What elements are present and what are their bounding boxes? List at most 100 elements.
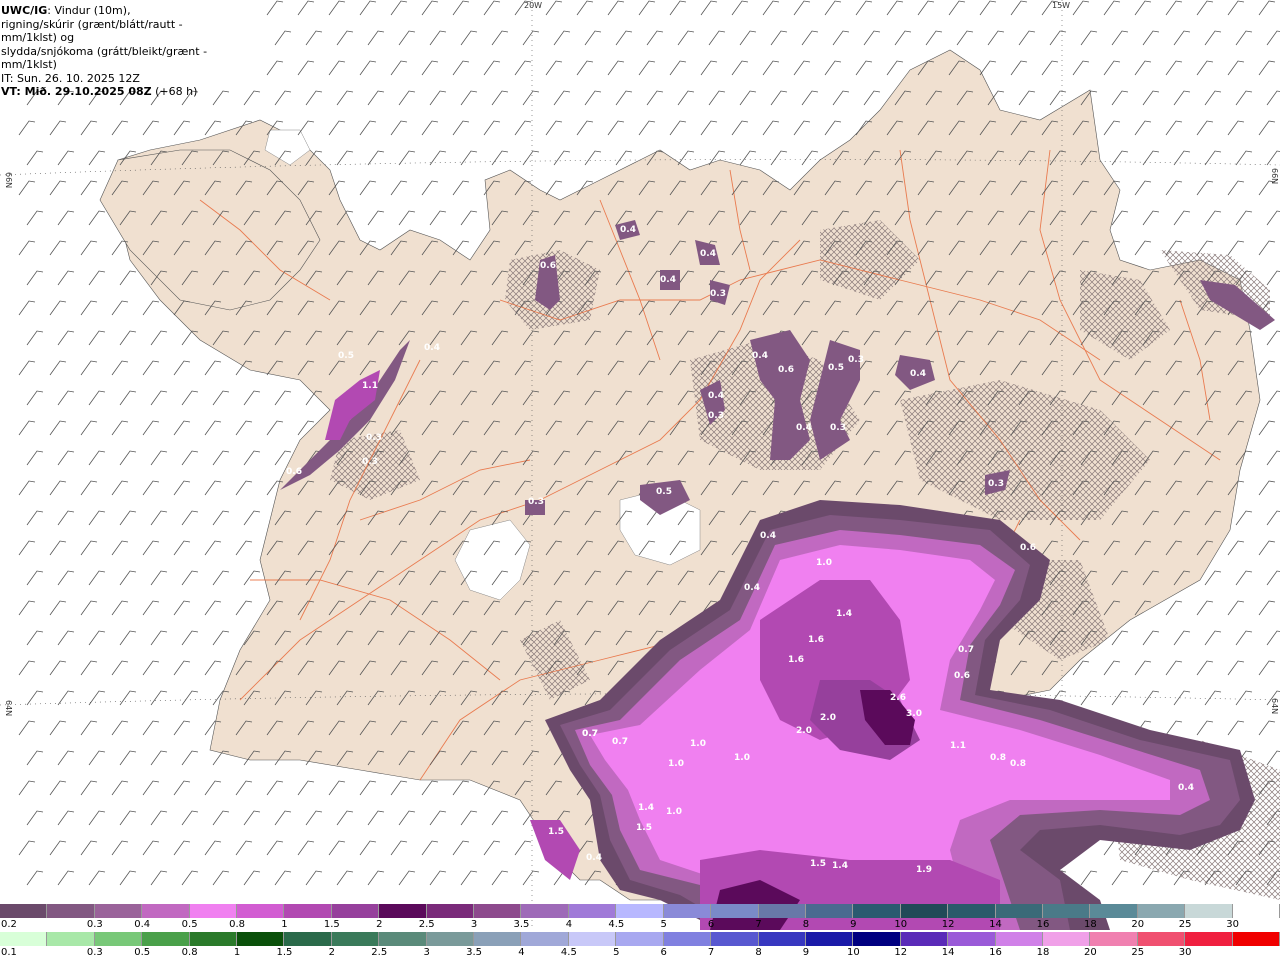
precip-value-label: 0.4 (744, 583, 760, 593)
legend-swatch (284, 904, 332, 918)
legend-tick-label: 2.5 (418, 919, 435, 930)
legend-tick-label: 2 (328, 947, 336, 958)
weather-map[interactable]: 20W 15W 66N 66N 64N 64N 0.40.60.40.30.40… (0, 0, 1280, 930)
legend-tick-label: 3.5 (466, 947, 483, 958)
legend-swatch (568, 932, 617, 946)
legend-snow-ticks: 0.2 0.3 0.4 0.5 0.8 1 1.5 2 2.5 3 3.5 4 4.5 5 6 7 8 9 10 12… (0, 919, 1280, 931)
header-line1: : Vindur (10m), (47, 4, 131, 17)
precip-value-label: 0.6 (286, 467, 302, 477)
precip-value-label: 1.6 (788, 655, 804, 665)
precip-value-label: 0.3 (848, 355, 864, 365)
legend-swatch (379, 904, 427, 918)
legend-swatch (900, 932, 949, 946)
precip-value-label: 0.3 (830, 423, 846, 433)
precip-value-label: 0.6 (954, 671, 970, 681)
legend-swatch (711, 932, 759, 946)
legend-tick-label: 1 (233, 947, 241, 958)
legend-tick-label: 5 (613, 947, 620, 958)
legend-tick-label: 5 (660, 919, 667, 930)
precip-value-label: 0.4 (752, 351, 768, 361)
precip-value-label: 0.3 (528, 497, 544, 507)
legend-swatch (521, 904, 569, 918)
legend-swatch (284, 932, 332, 946)
legend-swatch (663, 904, 712, 918)
legend-tick-label: 25 (1131, 947, 1145, 958)
precip-value-label: 0.4 (424, 343, 440, 353)
legend-tick-label: 0.3 (86, 919, 103, 930)
legend-tick-label: 0.5 (181, 919, 198, 930)
legend-swatch (474, 932, 522, 946)
map-info-box: UWC/IG: Vindur (10m), rigning/skúrir (gr… (0, 0, 240, 98)
precip-value-label: 0.3 (366, 433, 382, 443)
legend-tick-label: 7 (755, 919, 762, 930)
precip-value-label: 0.6 (1020, 543, 1036, 553)
legend-tick-label: 3.5 (513, 919, 530, 930)
legend-swatch (237, 932, 285, 946)
precip-value-label: 0.4 (760, 531, 776, 541)
init-time: IT: Sun. 26. 10. 2025 12Z (1, 71, 140, 85)
legend-tick-label: 4 (518, 947, 525, 958)
legend-tick-label: 4 (565, 919, 573, 930)
precip-value-label: 1.5 (636, 823, 652, 833)
legend-tick-label: 9 (802, 947, 810, 958)
legend-swatch (47, 932, 95, 946)
model-code: UWC/IG (1, 4, 48, 17)
legend-swatch (474, 904, 522, 918)
legend-tick-label: 6 (707, 919, 715, 930)
legend-tick-label: 1.5 (323, 919, 340, 930)
legend-swatch (853, 932, 901, 946)
precip-value-label: 0.4 (1178, 783, 1194, 793)
legend-tick-label: 18 (1083, 919, 1097, 930)
valid-time: VT: Mið. 29.10.2025 08Z (1, 85, 152, 98)
legend-tick-label: 2.5 (371, 947, 388, 958)
lon-label-20w: 20W (524, 1, 542, 10)
legend-swatch (805, 904, 854, 918)
legend-swatch (1185, 932, 1233, 946)
legend-tick-label: 3 (470, 919, 478, 930)
precip-value-label: 0.6 (778, 365, 794, 375)
legend-tick-label: 14 (989, 919, 1002, 930)
precip-value-label: 1.9 (916, 865, 932, 875)
legend-swatch (237, 904, 285, 918)
precip-value-label: 2.6 (890, 693, 906, 703)
legend-swatch (1232, 932, 1280, 946)
precip-value-label: 1.0 (734, 753, 750, 763)
legend-swatch (853, 904, 901, 918)
legend-swatch (805, 932, 854, 946)
legend-swatch (1137, 932, 1186, 946)
legend-tick-label: 3 (423, 947, 430, 958)
legend-tick-label: 30 (1178, 947, 1192, 958)
legend-tick-label: 6 (660, 947, 667, 958)
precip-value-label: 0.3 (708, 411, 724, 421)
lat-label-64n-right: 64N (1270, 698, 1279, 714)
legend-swatch (331, 904, 380, 918)
legend-swatch (331, 932, 380, 946)
legend-swatch (1185, 904, 1233, 918)
legend-swatch (189, 904, 238, 918)
legend-swatch (1090, 904, 1138, 918)
precip-value-label: 1.0 (666, 807, 682, 817)
legend-tick-label: 1 (281, 919, 288, 930)
legend-swatch (521, 932, 569, 946)
legend-swatch (94, 904, 143, 918)
legend-tick-label: 2 (376, 919, 383, 930)
legend-tick-label: 12 (941, 919, 955, 930)
legend-swatch (142, 904, 190, 918)
legend-tick-label: 1.5 (276, 947, 293, 958)
precip-value-label: 3.0 (906, 709, 922, 719)
lat-label-66n-left: 66N (4, 172, 13, 188)
precip-value-label: 1.1 (950, 741, 966, 751)
precip-value-label: 0.3 (362, 457, 378, 467)
legend-rain-colorbar (0, 932, 1280, 946)
legend-swatch (0, 932, 48, 946)
legend-swatch (426, 932, 475, 946)
legend-tick-label: 16 (1036, 919, 1050, 930)
precip-value-label: 1.6 (808, 635, 824, 645)
legend-swatch (1137, 904, 1186, 918)
legend-swatch (0, 904, 48, 918)
precip-value-label: 0.5 (338, 351, 354, 361)
legend-swatch (995, 904, 1043, 918)
precip-value-label: 1.4 (836, 609, 852, 619)
legend-tick-label: 30 (1226, 919, 1239, 930)
precip-value-label: 2.0 (820, 713, 836, 723)
